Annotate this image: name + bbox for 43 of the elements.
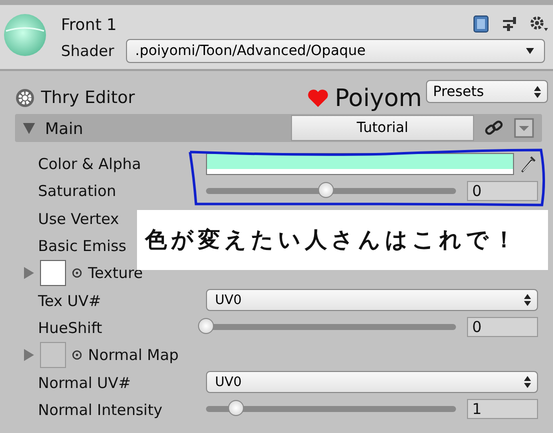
value-field[interactable]: 1 xyxy=(467,399,538,420)
value-field[interactable]: 0 xyxy=(467,180,538,201)
slider-handle[interactable] xyxy=(198,318,214,334)
material-preview-icon xyxy=(3,13,47,57)
property-label: HueShift xyxy=(38,318,102,337)
uv-dropdown[interactable]: UV0 xyxy=(206,371,538,394)
eyedropper-icon[interactable] xyxy=(520,154,538,174)
shader-title: Poiyom xyxy=(334,84,422,112)
editor-title: Thry Editor xyxy=(41,88,135,108)
annotation-callout: 色が変えたい人さんはこれで！ xyxy=(137,210,548,270)
gear-icon xyxy=(15,88,35,108)
property-label: Saturation xyxy=(38,182,116,200)
property-label: Normal UV# xyxy=(38,374,131,392)
shader-label: Shader xyxy=(61,42,114,60)
tutorial-button[interactable]: Tutorial xyxy=(291,115,474,141)
target-icon[interactable] xyxy=(72,268,82,278)
settings-icon[interactable] xyxy=(529,15,549,33)
section-title: Main xyxy=(45,118,84,138)
property-label: Basic Emiss xyxy=(38,237,126,256)
target-icon[interactable] xyxy=(72,350,82,360)
section-header[interactable]: Main Tutorial xyxy=(15,114,542,142)
property-label: Color & Alpha xyxy=(38,155,142,174)
property-label: Use Vertex xyxy=(38,210,120,228)
color-field[interactable] xyxy=(206,152,514,175)
slider-handle[interactable] xyxy=(228,400,244,416)
uv-dropdown[interactable]: UV0 xyxy=(206,289,538,312)
shader-dropdown[interactable]: .poiyomi/Toon/Advanced/Opaque xyxy=(126,39,545,63)
foldout-arrow-icon[interactable] xyxy=(24,266,34,279)
property-label: Normal Map xyxy=(88,346,179,364)
slider-handle[interactable] xyxy=(318,182,334,198)
texture-slot[interactable] xyxy=(40,260,66,286)
heart-icon xyxy=(306,89,329,107)
updown-arrow-icon xyxy=(524,294,531,306)
updown-arrow-icon xyxy=(534,86,541,98)
presets-dropdown[interactable]: Presets xyxy=(426,80,548,103)
value-field[interactable]: 0 xyxy=(467,317,538,338)
property-label: Tex UV# xyxy=(38,292,102,310)
dropdown-arrow-icon xyxy=(526,48,534,54)
foldout-arrow-icon[interactable] xyxy=(24,348,34,361)
updown-arrow-icon xyxy=(524,376,531,388)
material-name: Front 1 xyxy=(61,14,117,34)
settings-sliders-icon[interactable] xyxy=(501,16,517,32)
property-label: Normal Intensity xyxy=(38,400,162,419)
